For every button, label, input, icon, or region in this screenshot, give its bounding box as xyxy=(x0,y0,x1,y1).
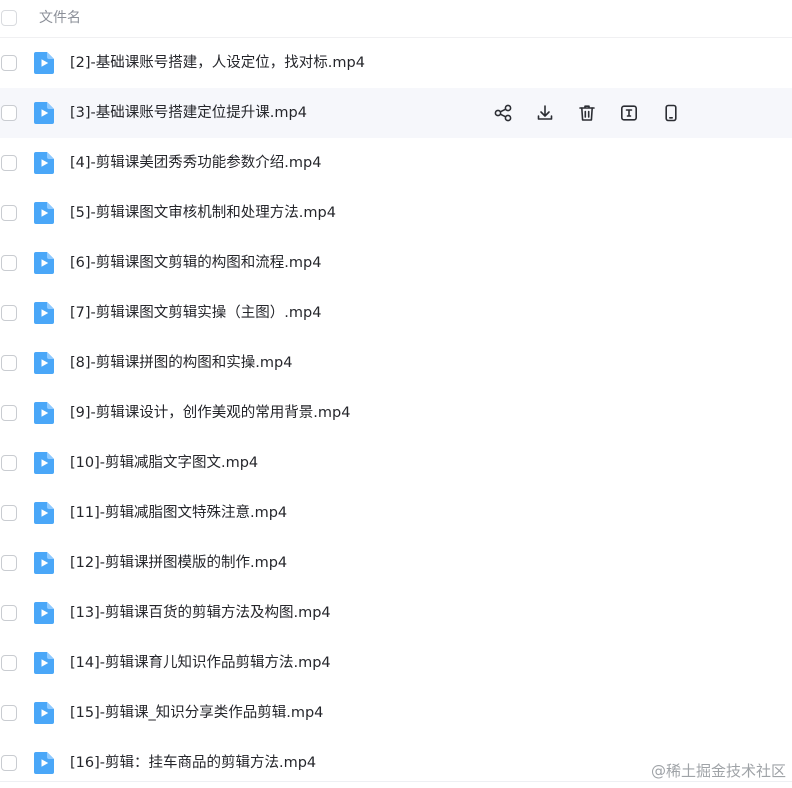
file-row[interactable]: [15]-剪辑课_知识分享类作品剪辑.mp4 xyxy=(0,688,792,738)
row-checkbox[interactable] xyxy=(1,55,17,71)
mobile-button[interactable] xyxy=(650,100,692,126)
file-rows: [2]-基础课账号搭建，人设定位，找对标.mp4 [3]-基础课账号搭建定位提升… xyxy=(0,38,792,788)
file-row[interactable]: [6]-剪辑课图文剪辑的构图和流程.mp4 xyxy=(0,238,792,288)
video-file-icon xyxy=(33,601,55,625)
file-name[interactable]: [3]-基础课账号搭建定位提升课.mp4 xyxy=(70,103,307,123)
video-file-icon xyxy=(33,101,55,125)
file-name[interactable]: [5]-剪辑课图文审核机制和处理方法.mp4 xyxy=(70,203,336,223)
file-name[interactable]: [6]-剪辑课图文剪辑的构图和流程.mp4 xyxy=(70,253,321,273)
file-name[interactable]: [2]-基础课账号搭建，人设定位，找对标.mp4 xyxy=(70,53,365,73)
video-file-icon xyxy=(33,301,55,325)
row-checkbox[interactable] xyxy=(1,305,17,321)
file-name[interactable]: [13]-剪辑课百货的剪辑方法及构图.mp4 xyxy=(70,603,331,623)
row-checkbox[interactable] xyxy=(1,455,17,471)
file-name[interactable]: [9]-剪辑课设计，创作美观的常用背景.mp4 xyxy=(70,403,350,423)
list-bottom-divider xyxy=(0,781,792,782)
video-file-icon xyxy=(33,201,55,225)
file-name[interactable]: [11]-剪辑减脂图文特殊注意.mp4 xyxy=(70,503,287,523)
row-checkbox[interactable] xyxy=(1,105,17,121)
row-checkbox[interactable] xyxy=(1,155,17,171)
delete-icon xyxy=(577,103,597,123)
file-name[interactable]: [14]-剪辑课育儿知识作品剪辑方法.mp4 xyxy=(70,653,331,673)
rename-button[interactable] xyxy=(608,100,650,126)
file-row[interactable]: [2]-基础课账号搭建，人设定位，找对标.mp4 xyxy=(0,38,792,88)
video-file-icon xyxy=(33,351,55,375)
file-row[interactable]: [3]-基础课账号搭建定位提升课.mp4 xyxy=(0,88,792,138)
file-name[interactable]: [15]-剪辑课_知识分享类作品剪辑.mp4 xyxy=(70,703,323,723)
download-button[interactable] xyxy=(524,100,566,126)
select-all-checkbox[interactable] xyxy=(1,10,17,26)
file-name[interactable]: [16]-剪辑：挂车商品的剪辑方法.mp4 xyxy=(70,753,316,773)
download-icon xyxy=(535,103,555,123)
row-checkbox[interactable] xyxy=(1,705,17,721)
file-name[interactable]: [12]-剪辑课拼图模版的制作.mp4 xyxy=(70,553,287,573)
row-checkbox[interactable] xyxy=(1,655,17,671)
watermark: @稀土掘金技术社区 xyxy=(650,762,786,780)
row-checkbox[interactable] xyxy=(1,505,17,521)
file-row[interactable]: [8]-剪辑课拼图的构图和实操.mp4 xyxy=(0,338,792,388)
video-file-icon xyxy=(33,151,55,175)
row-checkbox[interactable] xyxy=(1,605,17,621)
file-row[interactable]: [5]-剪辑课图文审核机制和处理方法.mp4 xyxy=(0,188,792,238)
file-name[interactable]: [7]-剪辑课图文剪辑实操（主图）.mp4 xyxy=(70,303,321,323)
share-icon xyxy=(493,103,513,123)
video-file-icon xyxy=(33,401,55,425)
delete-button[interactable] xyxy=(566,100,608,126)
video-file-icon xyxy=(33,501,55,525)
name-column-header[interactable]: 文件名 xyxy=(39,9,81,27)
file-row[interactable]: [7]-剪辑课图文剪辑实操（主图）.mp4 xyxy=(0,288,792,338)
video-file-icon xyxy=(33,251,55,275)
list-header: 文件名 xyxy=(0,0,792,38)
share-button[interactable] xyxy=(482,100,524,126)
file-row[interactable]: [4]-剪辑课美团秀秀功能参数介绍.mp4 xyxy=(0,138,792,188)
file-name[interactable]: [8]-剪辑课拼图的构图和实操.mp4 xyxy=(70,353,292,373)
rename-icon xyxy=(619,103,639,123)
file-row[interactable]: [9]-剪辑课设计，创作美观的常用背景.mp4 xyxy=(0,388,792,438)
video-file-icon xyxy=(33,751,55,775)
file-name[interactable]: [4]-剪辑课美团秀秀功能参数介绍.mp4 xyxy=(70,153,321,173)
mobile-icon xyxy=(661,103,681,123)
video-file-icon xyxy=(33,51,55,75)
row-actions xyxy=(482,100,692,126)
file-row[interactable]: [11]-剪辑减脂图文特殊注意.mp4 xyxy=(0,488,792,538)
video-file-icon xyxy=(33,701,55,725)
video-file-icon xyxy=(33,651,55,675)
file-row[interactable]: [13]-剪辑课百货的剪辑方法及构图.mp4 xyxy=(0,588,792,638)
file-row[interactable]: [10]-剪辑减脂文字图文.mp4 xyxy=(0,438,792,488)
video-file-icon xyxy=(33,551,55,575)
row-checkbox[interactable] xyxy=(1,405,17,421)
video-file-icon xyxy=(33,451,55,475)
row-checkbox[interactable] xyxy=(1,555,17,571)
row-checkbox[interactable] xyxy=(1,205,17,221)
row-checkbox[interactable] xyxy=(1,255,17,271)
file-row[interactable]: [12]-剪辑课拼图模版的制作.mp4 xyxy=(0,538,792,588)
file-name[interactable]: [10]-剪辑减脂文字图文.mp4 xyxy=(70,453,258,473)
row-checkbox[interactable] xyxy=(1,755,17,771)
row-checkbox[interactable] xyxy=(1,355,17,371)
file-list: 文件名 [2]-基础课账号搭建，人设定位，找对标.mp4 [3]-基础课账号搭建… xyxy=(0,0,792,788)
file-row[interactable]: [14]-剪辑课育儿知识作品剪辑方法.mp4 xyxy=(0,638,792,688)
